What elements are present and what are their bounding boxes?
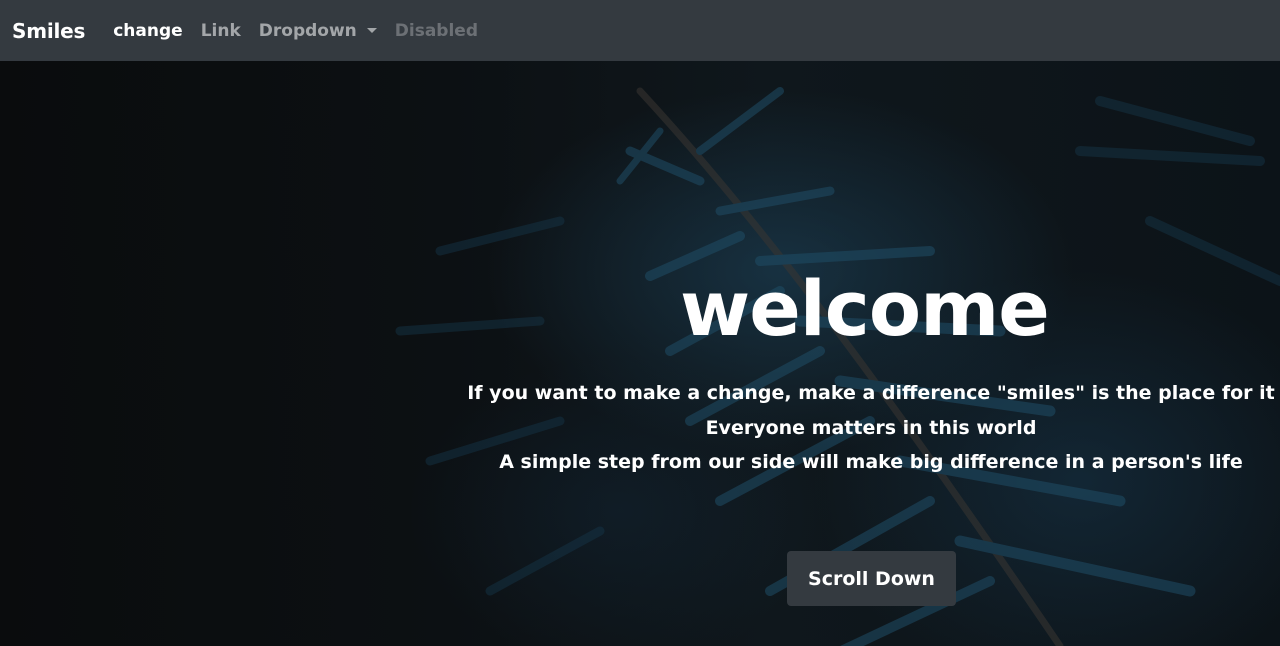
tagline-line-3: A simple step from our side will make bi… <box>499 451 1243 473</box>
nav-link-disabled: Disabled <box>394 20 478 41</box>
welcome-heading: welcome <box>680 264 1050 353</box>
hero-section: welcome If you want to make a change, ma… <box>0 61 1280 646</box>
nav-dropdown-label: Dropdown <box>258 20 357 41</box>
nav-dropdown[interactable]: Dropdown <box>259 21 377 41</box>
nav-link-link[interactable]: Link <box>201 21 241 41</box>
caret-down-icon <box>366 28 377 33</box>
scroll-down-button[interactable]: Scroll Down <box>787 551 956 606</box>
tagline-line-2: Everyone matters in this world <box>705 417 1037 439</box>
navbar: Smiles change Link Dropdown Disabled <box>0 0 1280 61</box>
brand-logo[interactable]: Smiles <box>12 19 85 43</box>
nav-link-change[interactable]: change <box>113 21 182 41</box>
tagline-line-1: If you want to make a change, make a dif… <box>467 382 1275 404</box>
foliage-background-image <box>395 87 1280 646</box>
